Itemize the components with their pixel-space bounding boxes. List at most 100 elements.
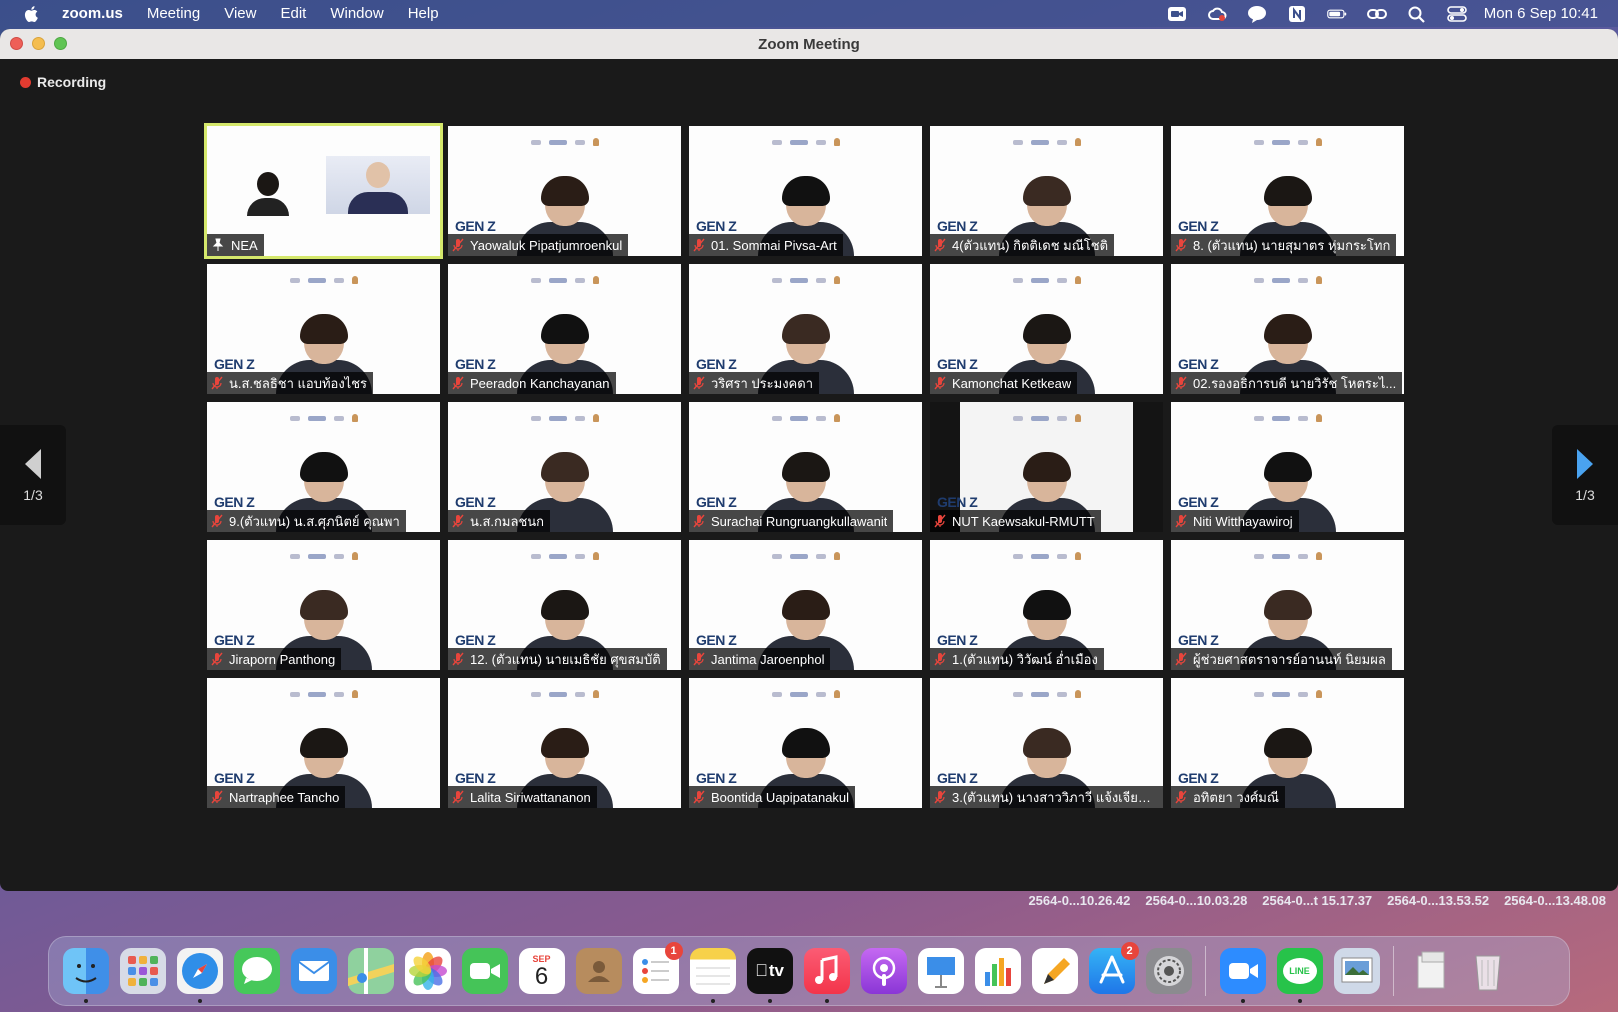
desktop-file[interactable]: 2564-0...13.53.52: [1387, 893, 1489, 908]
participant-tile[interactable]: GEN Z 12. (ตัวแทน) นายเมธิชัย ศุขสมบัติ: [448, 540, 681, 670]
participant-name: 12. (ตัวแทน) นายเมธิชัย ศุขสมบัติ: [470, 651, 661, 667]
participant-tile[interactable]: GEN Z น.ส.ชลธิชา แอบท้องไชร: [207, 264, 440, 394]
menu-window[interactable]: Window: [330, 5, 383, 22]
genz-logo: GEN Z: [1178, 494, 1219, 510]
genz-logo: GEN Z: [937, 632, 978, 648]
participant-tile[interactable]: GEN Z Yaowaluk Pipatjumroenkul: [448, 126, 681, 256]
line-chat-icon[interactable]: [1246, 5, 1268, 23]
participant-tile[interactable]: GEN Z Niti Witthayawiroj: [1171, 402, 1404, 532]
zoom-app-icon[interactable]: [1219, 948, 1266, 1003]
mic-muted-icon: [1175, 790, 1187, 804]
participant-tile[interactable]: GEN Z 01. Sommai Pivsa-Art: [689, 126, 922, 256]
event-logos: [527, 276, 603, 284]
apple-icon[interactable]: [22, 4, 42, 24]
desktop-file[interactable]: 2564-0...13.48.08: [1504, 893, 1606, 908]
mic-muted-icon: [452, 652, 464, 666]
menu-bar: zoom.us Meeting View Edit Window Help Mo…: [0, 0, 1618, 27]
event-logos: [1250, 414, 1326, 422]
participant-tile[interactable]: GEN Z 8. (ตัวแทน) นายสุมาตร หุ่มกระโทก: [1171, 126, 1404, 256]
event-logos: [768, 552, 844, 560]
participant-tile[interactable]: GEN Z Jiraporn Panthong: [207, 540, 440, 670]
menu-edit[interactable]: Edit: [280, 5, 306, 22]
participant-tile[interactable]: GEN Z น.ส.กมลชนก: [448, 402, 681, 532]
previous-page-button[interactable]: 1/3: [0, 425, 66, 525]
finder-icon[interactable]: [62, 948, 109, 1003]
menu-view[interactable]: View: [224, 5, 256, 22]
reminders-icon[interactable]: 1: [632, 942, 683, 994]
photos-icon[interactable]: [404, 948, 451, 994]
messages-icon[interactable]: [233, 948, 280, 994]
mail-icon[interactable]: [290, 948, 337, 994]
event-logos: [1009, 690, 1085, 698]
documents-stack-icon[interactable]: [1408, 948, 1454, 994]
participant-name: Surachai Rungruangkullawanit: [711, 513, 888, 529]
contacts-icon[interactable]: [575, 948, 622, 994]
window-titlebar[interactable]: Zoom Meeting: [0, 29, 1618, 59]
notes-icon[interactable]: [689, 948, 736, 1003]
launchpad-icon[interactable]: [119, 948, 166, 994]
notion-icon[interactable]: [1286, 5, 1308, 23]
participant-tile[interactable]: GEN Z Jantima Jaroenphol: [689, 540, 922, 670]
event-logos: [286, 414, 362, 422]
participant-tile[interactable]: GEN Z อทิตยา วงศ์มณี: [1171, 678, 1404, 808]
desktop-file[interactable]: 2564-0...10.03.28: [1145, 893, 1247, 908]
recording-indicator[interactable]: Recording: [20, 74, 106, 90]
participant-name: Nartraphee Tancho: [229, 789, 340, 805]
spotlight-search-icon[interactable]: [1406, 5, 1428, 23]
apple-tv-icon[interactable]: tv: [746, 948, 793, 1003]
participant-tile[interactable]: GEN Z Nartraphee Tancho: [207, 678, 440, 808]
participant-name-bar: 8. (ตัวแทน) นายสุมาตร หุ่มกระโทก: [1171, 234, 1397, 256]
genz-logo: GEN Z: [1178, 770, 1219, 786]
next-page-button[interactable]: 1/3: [1552, 425, 1618, 525]
creative-cloud-icon[interactable]: [1206, 5, 1228, 23]
participant-tile[interactable]: GEN Z 4(ตัวแทน) กิตติเดช มณีโชติ: [930, 126, 1163, 256]
participant-tile[interactable]: GEN Z NUT Kaewsakul-RMUTT: [930, 402, 1163, 532]
mic-muted-icon: [693, 238, 705, 252]
participant-tile[interactable]: GEN Z 02.รองอธิการบดี นายวิรัช โหตระไ...: [1171, 264, 1404, 394]
participant-tile[interactable]: GEN Z Boontida Uapipatanakul: [689, 678, 922, 808]
link-icon[interactable]: [1366, 5, 1388, 23]
menu-help[interactable]: Help: [408, 5, 439, 22]
participant-name: 01. Sommai Pivsa-Art: [711, 237, 837, 253]
participant-tile[interactable]: GEN Z Surachai Rungruangkullawanit: [689, 402, 922, 532]
minimize-window-button[interactable]: [32, 37, 45, 50]
battery-icon[interactable]: [1326, 5, 1348, 23]
facetime-icon[interactable]: [461, 948, 508, 994]
keynote-icon[interactable]: [917, 948, 964, 994]
system-preferences-icon[interactable]: [1145, 948, 1192, 994]
genz-logo: GEN Z: [214, 632, 255, 648]
recording-dot-icon: [20, 76, 31, 88]
participant-tile[interactable]: GEN Z Lalita Siriwattananon: [448, 678, 681, 808]
participant-tile[interactable]: GEN Z Kamonchat Ketkeaw: [930, 264, 1163, 394]
participant-name-bar: 1.(ตัวแทน) วิวัฒน์ อ่ำเมือง: [930, 648, 1104, 670]
desktop-file[interactable]: 2564-0...10.26.42: [1028, 893, 1130, 908]
calendar-icon[interactable]: SEP 6: [518, 948, 565, 994]
participant-tile[interactable]: GEN Z 9.(ตัวแทน) น.ส.ศุภนิตย์ คุณพา: [207, 402, 440, 532]
participant-tile[interactable]: GEN Z 1.(ตัวแทน) วิวัฒน์ อ่ำเมือง: [930, 540, 1163, 670]
trash-icon[interactable]: [1465, 948, 1511, 994]
maps-icon[interactable]: [347, 948, 394, 994]
participant-tile[interactable]: GEN Z วริศรา ประมงคดา: [689, 264, 922, 394]
music-icon[interactable]: [803, 948, 850, 1003]
preview-icon[interactable]: [1333, 948, 1380, 994]
close-window-button[interactable]: [10, 37, 23, 50]
participant-tile[interactable]: NEA: [204, 123, 443, 259]
participant-name-bar: น.ส.ชลธิชา แอบท้องไชร: [207, 372, 374, 394]
desktop-file[interactable]: 2564-0...t 15.17.37: [1262, 893, 1372, 908]
podcasts-icon[interactable]: [860, 948, 907, 994]
zoom-video-icon[interactable]: [1166, 5, 1188, 23]
participant-tile[interactable]: GEN Z ผู้ช่วยศาสตราจารย์อานนท์ นิยมผล: [1171, 540, 1404, 670]
menu-bar-clock[interactable]: Mon 6 Sep 10:41: [1484, 5, 1598, 22]
pages-icon[interactable]: [1031, 948, 1078, 994]
participant-tile[interactable]: GEN Z 3.(ตัวแทน) นางสาววิภาวี แจ้งเจียน..…: [930, 678, 1163, 808]
menu-app-name[interactable]: zoom.us: [62, 5, 123, 22]
fullscreen-window-button[interactable]: [54, 37, 67, 50]
participant-tile[interactable]: GEN Z Peeradon Kanchayanan: [448, 264, 681, 394]
app-store-icon[interactable]: 2: [1088, 942, 1139, 994]
menu-meeting[interactable]: Meeting: [147, 5, 200, 22]
safari-icon[interactable]: [176, 948, 223, 1003]
participant-name: น.ส.กมลชนก: [470, 513, 545, 529]
numbers-icon[interactable]: [974, 948, 1021, 994]
line-app-icon[interactable]: LINE: [1276, 948, 1323, 1003]
control-center-icon[interactable]: [1446, 5, 1468, 23]
